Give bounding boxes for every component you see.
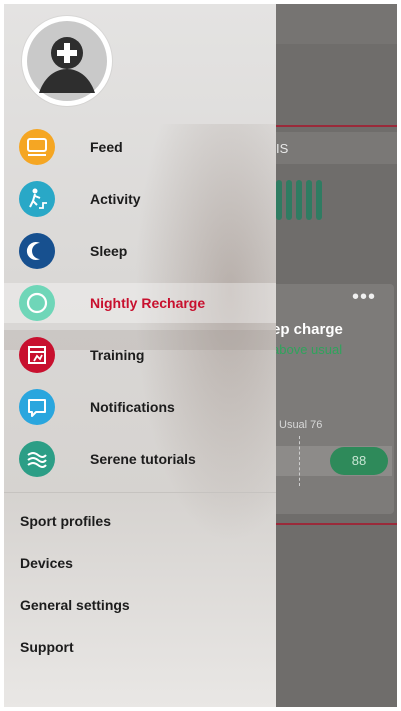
bar (296, 180, 302, 220)
activity-icon (19, 181, 55, 217)
menu-item-serene-tutorials[interactable]: Serene tutorials (4, 439, 276, 479)
menu-label: Feed (90, 139, 123, 155)
menu-item-sleep[interactable]: Sleep (4, 231, 276, 271)
bar (316, 180, 322, 220)
serene-icon (19, 441, 55, 477)
background-red-divider (264, 523, 397, 525)
card-subtitle: above usual (272, 342, 343, 357)
background-tab-label: IS (276, 141, 289, 156)
menu-item-notifications[interactable]: Notifications (4, 387, 276, 427)
menu-item-support[interactable]: Support (20, 639, 74, 655)
usual-label: Usual 76 (279, 419, 323, 431)
usual-marker (299, 436, 300, 486)
menu-label: Nightly Recharge (90, 295, 206, 311)
menu-label: Serene tutorials (90, 451, 196, 467)
navigation-drawer: Feed Activity Sleep Nightly Recharge Tra (4, 4, 276, 707)
more-options-icon: ••• (351, 286, 376, 308)
app-frame: IS ••• ep charge above usual Usual 76 88 (4, 4, 397, 707)
menu-item-feed[interactable]: Feed (4, 127, 276, 167)
menu-divider (4, 492, 276, 493)
menu-label: Notifications (90, 399, 175, 415)
sleep-icon (19, 233, 55, 269)
avatar-silhouette-icon (27, 21, 107, 101)
menu-item-general-settings[interactable]: General settings (20, 597, 130, 613)
menu-item-training[interactable]: Training (4, 335, 276, 375)
background-bars (276, 180, 322, 220)
bar (276, 180, 282, 220)
card-title: ep charge (272, 321, 343, 338)
nightly-recharge-icon (19, 285, 55, 321)
menu-item-activity[interactable]: Activity (4, 179, 276, 219)
profile-avatar[interactable] (22, 16, 112, 106)
menu-label: Activity (90, 191, 141, 207)
training-icon (19, 337, 55, 373)
bar (306, 180, 312, 220)
menu-item-sport-profiles[interactable]: Sport profiles (20, 513, 111, 529)
bar (286, 180, 292, 220)
menu-item-devices[interactable]: Devices (20, 555, 73, 571)
menu-item-nightly-recharge[interactable]: Nightly Recharge (4, 283, 276, 323)
menu-label: Sleep (90, 243, 128, 259)
menu-label: Training (90, 347, 145, 363)
feed-icon (19, 129, 55, 165)
score-pill: 88 (330, 447, 388, 475)
background-red-divider (264, 125, 397, 127)
notifications-icon (19, 389, 55, 425)
